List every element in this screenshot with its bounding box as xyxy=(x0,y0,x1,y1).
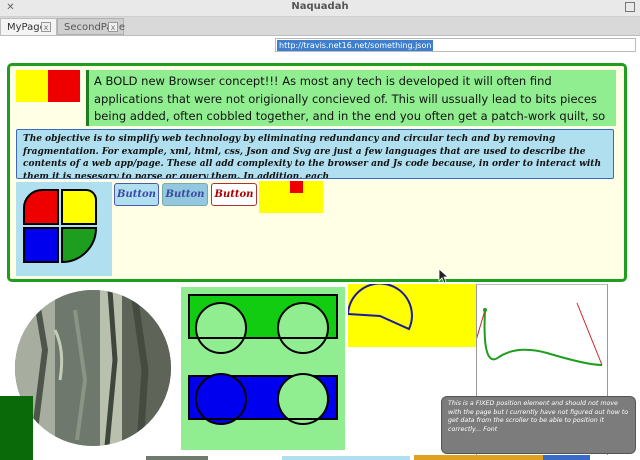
small-red-square xyxy=(290,181,303,193)
shapes-drawing xyxy=(188,294,338,425)
fixed-position-note: This is a FIXED position element and sho… xyxy=(441,396,636,454)
tab-mypage[interactable]: MyPage x xyxy=(0,18,57,35)
bottom-strip-darkblue xyxy=(543,455,590,460)
red-square xyxy=(48,70,80,102)
tab-bar: MyPage x SecondPage x xyxy=(0,17,640,36)
tab-close-icon[interactable]: x xyxy=(41,22,51,32)
intro-text-block: A BOLD new Browser concept!!! As most an… xyxy=(86,70,616,126)
window-title: Naquadah xyxy=(291,1,349,12)
address-url[interactable]: http://travis.net16.net/something.json xyxy=(277,40,434,51)
quadrant-icon xyxy=(23,189,98,264)
tab-close-icon[interactable]: x xyxy=(108,22,118,32)
quadrant-icon-box xyxy=(16,182,112,276)
tab-secondpage[interactable]: SecondPage x xyxy=(57,18,125,35)
maximize-icon[interactable] xyxy=(625,2,635,12)
address-bar[interactable]: http://travis.net16.net/something.json xyxy=(275,38,636,52)
mouse-cursor-icon xyxy=(438,268,450,284)
button-2[interactable]: Button xyxy=(162,183,208,206)
green-shapes-panel xyxy=(181,287,345,450)
yellow-rectangle xyxy=(259,181,323,213)
bottom-strip-gray xyxy=(146,456,208,460)
button-3[interactable]: Button xyxy=(211,183,257,206)
objective-text-block: The objective is to simplify web technol… xyxy=(16,129,614,179)
main-content-panel: A BOLD new Browser concept!!! As most an… xyxy=(7,63,627,282)
bottom-strip-orange xyxy=(414,455,543,460)
arc-drawing xyxy=(346,282,413,331)
tree-photo xyxy=(15,290,171,446)
window-titlebar: ✕ Naquadah xyxy=(0,0,640,17)
yellow-arc-panel xyxy=(346,282,476,347)
dark-green-block xyxy=(0,396,33,460)
tab-label: MyPage xyxy=(7,22,46,33)
button-1[interactable]: Button xyxy=(114,183,159,206)
tree-trunk-image xyxy=(15,290,171,446)
yellow-square xyxy=(16,70,48,102)
bottom-strip-blue xyxy=(282,456,410,460)
